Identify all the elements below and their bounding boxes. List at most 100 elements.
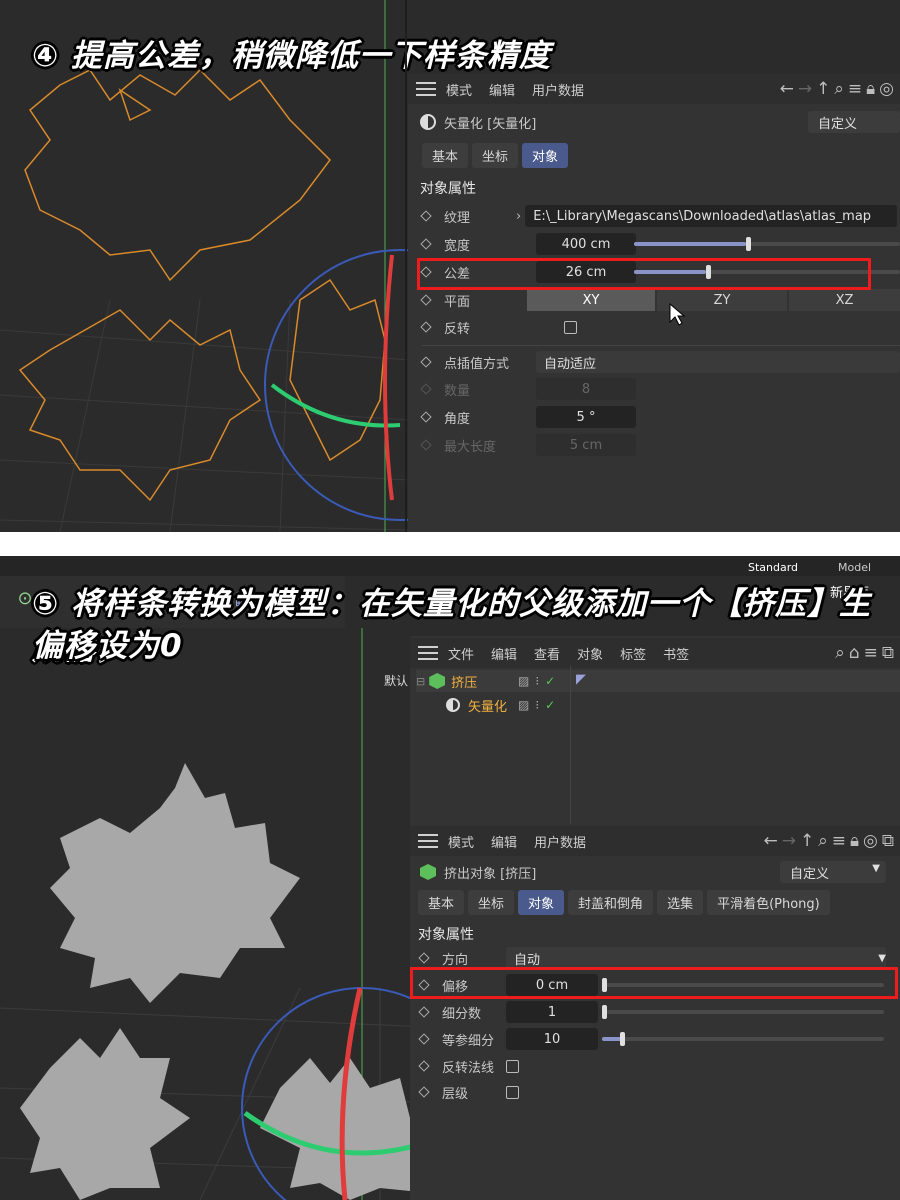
row-count: 数量 8 (408, 376, 900, 402)
panel-separator (405, 0, 407, 532)
forward-arrow-icon[interactable]: → (798, 79, 812, 99)
iso-label: 等参细分 (442, 1033, 495, 1049)
hamburger-icon[interactable] (418, 642, 438, 664)
chevron-down-icon: ▼ (872, 863, 880, 874)
hamburger-icon[interactable] (418, 830, 438, 852)
filter-icon[interactable]: ≡ (848, 79, 862, 99)
keyframe-icon[interactable] (420, 294, 432, 306)
step5-section: 窗口 Standard Model 新界面 ⊙ ♪ ⬭ ▦ ⎚ ☼ (0, 556, 900, 1200)
tab-caps[interactable]: 封盖和倒角 (568, 890, 654, 915)
menu-edit[interactable]: 编辑 (489, 80, 515, 99)
home-icon[interactable]: ⌂ (849, 643, 860, 663)
hamburger-icon[interactable] (416, 78, 436, 100)
plane-xz-button[interactable]: XZ (789, 289, 900, 311)
search-icon[interactable]: ⌕ (818, 831, 828, 851)
menu-mode[interactable]: 模式 (448, 832, 474, 851)
slider-knob[interactable] (602, 1005, 607, 1019)
tag-icon[interactable]: ◤ (576, 672, 586, 687)
menu-tags[interactable]: 标签 (620, 644, 646, 663)
edit-icon[interactable]: ▨ (518, 674, 529, 688)
subdiv-slider[interactable] (602, 1005, 884, 1019)
menu-edit[interactable]: 编辑 (491, 644, 517, 663)
tab-object[interactable]: 对象 (522, 143, 569, 168)
menu-userdata[interactable]: 用户数据 (532, 80, 584, 99)
width-slider[interactable] (634, 237, 900, 251)
custom-dropdown[interactable]: 自定义 ▼ (780, 861, 886, 883)
layout-model[interactable]: Model (838, 561, 871, 574)
keyframe-icon[interactable] (418, 1060, 430, 1072)
attribute-menubar: 模式 编辑 用户数据 ← → ↑ ⌕ ≡ 🔒︎ ◎ (408, 74, 900, 104)
target-icon[interactable]: ◎ (863, 831, 878, 851)
slider-knob[interactable] (620, 1032, 625, 1046)
tree-row-vectorize[interactable]: 矢量化 (446, 694, 900, 716)
up-arrow-icon[interactable]: ↑ (816, 79, 830, 99)
tab-coord[interactable]: 坐标 (468, 890, 515, 915)
visibility-dots-icon[interactable]: ⁝ (535, 698, 539, 712)
popout-icon[interactable]: ⧉ (882, 831, 894, 851)
keyframe-icon[interactable] (420, 238, 432, 250)
tab-basic[interactable]: 基本 (418, 890, 465, 915)
filter-icon[interactable]: ≡ (832, 831, 846, 851)
slider-knob[interactable] (746, 237, 751, 251)
tab-phong[interactable]: 平滑着色(Phong) (707, 890, 830, 915)
edit-icon[interactable]: ▨ (518, 698, 529, 712)
keyframe-icon[interactable] (418, 1033, 430, 1045)
forward-arrow-icon[interactable]: → (782, 831, 796, 851)
iso-slider[interactable] (602, 1032, 884, 1046)
enabled-check-icon[interactable]: ✓ (545, 674, 555, 688)
popout-icon[interactable]: ⧉ (882, 643, 894, 663)
lock-icon[interactable]: 🔒︎ (866, 79, 875, 99)
keyframe-icon[interactable] (420, 321, 432, 333)
vectorize-icon (446, 698, 460, 712)
lock-icon[interactable]: 🔒︎ (850, 831, 859, 851)
menu-view[interactable]: 查看 (534, 644, 560, 663)
hierarchy-checkbox[interactable] (506, 1085, 519, 1099)
enabled-check-icon[interactable]: ✓ (545, 698, 555, 712)
interp-dropdown[interactable]: 自动适应 (536, 351, 900, 373)
keyframe-icon[interactable] (418, 1086, 430, 1098)
direction-dropdown[interactable]: 自动 ▼ (506, 947, 886, 969)
keyframe-icon[interactable] (418, 1006, 430, 1018)
target-icon[interactable]: ◎ (879, 79, 894, 99)
extrude-flags: ▨ ⁝ ✓ (518, 674, 555, 688)
tab-selections[interactable]: 选集 (657, 890, 704, 915)
row-subdiv: 细分数 1 (410, 999, 900, 1025)
tab-coord[interactable]: 坐标 (472, 143, 519, 168)
width-field[interactable]: 400 cm (536, 233, 636, 255)
keyframe-icon[interactable] (420, 356, 432, 368)
menu-bookmarks[interactable]: 书签 (663, 644, 689, 663)
search-icon[interactable]: ⌕ (834, 79, 844, 99)
keyframe-icon[interactable] (420, 210, 432, 222)
nav-icons: ← → ↑ ⌕ ≡ 🔒︎ ◎ ⧉ (763, 831, 894, 851)
custom-dropdown[interactable]: 自定义 (808, 111, 900, 133)
flip-normals-checkbox[interactable] (506, 1059, 519, 1073)
plane-xy-button[interactable]: XY (527, 289, 655, 311)
up-arrow-icon[interactable]: ↑ (800, 831, 814, 851)
reverse-checkbox[interactable] (564, 320, 577, 334)
filter-icon[interactable]: ≡ (864, 643, 878, 663)
divider (422, 345, 900, 346)
back-arrow-icon[interactable]: ← (763, 831, 777, 851)
default-label: 默认 (384, 674, 409, 688)
texture-label: 纹理 (444, 210, 471, 226)
iso-field[interactable]: 10 (506, 1028, 598, 1050)
menu-userdata[interactable]: 用户数据 (534, 832, 586, 851)
subdiv-field[interactable]: 1 (506, 1001, 598, 1023)
tab-object[interactable]: 对象 (518, 890, 565, 915)
keyframe-icon[interactable] (420, 411, 432, 423)
visibility-dots-icon[interactable]: ⁝ (535, 674, 539, 688)
tab-basic[interactable]: 基本 (422, 143, 469, 168)
texture-path-field[interactable]: E:\_Library\Megascans\Downloaded\atlas\a… (525, 205, 898, 227)
menu-file[interactable]: 文件 (448, 644, 474, 663)
menu-object[interactable]: 对象 (577, 644, 603, 663)
count-field: 8 (536, 378, 636, 400)
angle-field[interactable]: 5 ° (536, 406, 636, 428)
expand-arrow-icon[interactable]: › (516, 209, 521, 224)
back-arrow-icon[interactable]: ← (780, 79, 794, 99)
layout-standard[interactable]: Standard (748, 561, 798, 574)
tree-row-extrude[interactable]: ⊟ 挤压 (416, 670, 900, 692)
keyframe-icon[interactable] (418, 952, 430, 964)
menu-mode[interactable]: 模式 (446, 80, 472, 99)
menu-edit[interactable]: 编辑 (491, 832, 517, 851)
search-icon[interactable]: ⌕ (835, 643, 845, 663)
